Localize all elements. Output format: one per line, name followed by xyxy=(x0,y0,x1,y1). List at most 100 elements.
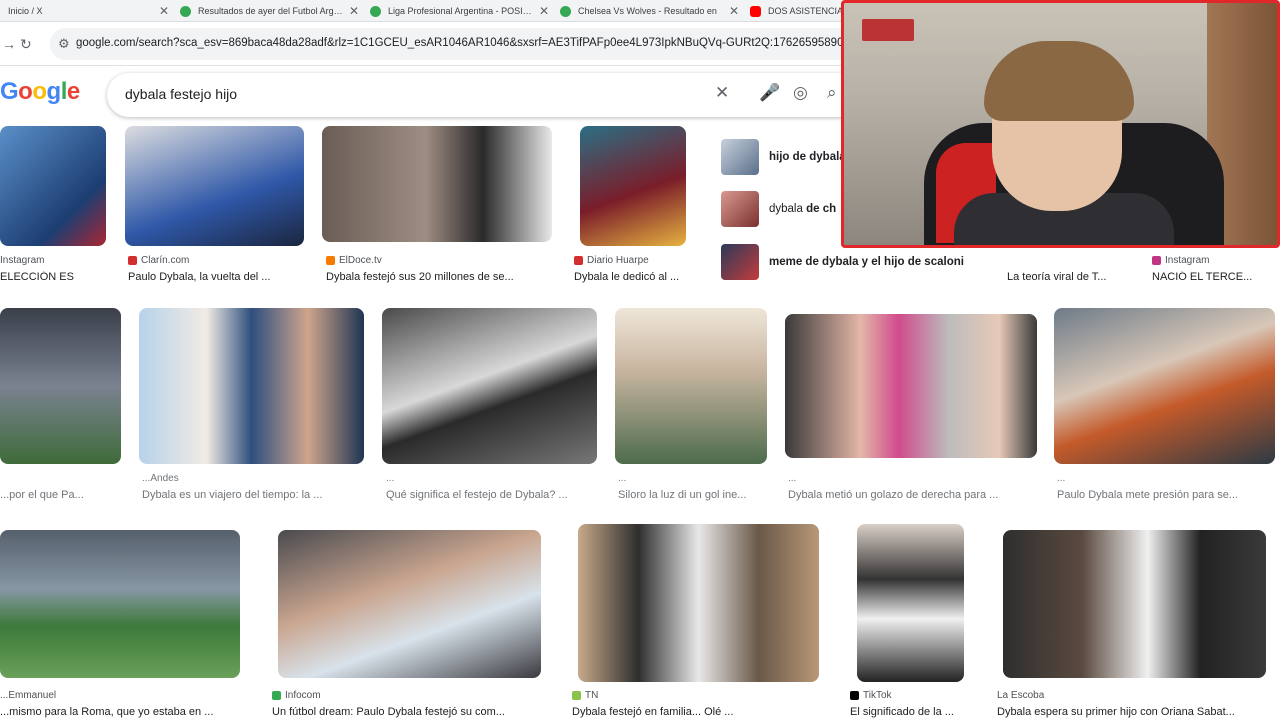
image-result[interactable] xyxy=(615,308,767,464)
soccer-ball-icon xyxy=(560,5,571,17)
result-caption[interactable]: Dybala festejó en familia... Olé ... xyxy=(572,706,822,718)
webcam-overlay xyxy=(841,0,1280,248)
result-source[interactable]: ...Andes xyxy=(142,473,179,484)
result-caption[interactable]: Dybala espera su primer hijo con Oriana … xyxy=(997,706,1272,718)
image-result[interactable] xyxy=(0,530,240,678)
result-caption[interactable]: La teoría viral de T... xyxy=(1007,271,1137,283)
image-result[interactable] xyxy=(0,308,121,464)
logo-letter: G xyxy=(0,78,19,105)
logo-letter: g xyxy=(46,78,62,105)
image-result[interactable] xyxy=(1003,530,1266,678)
google-logo[interactable]: Google xyxy=(0,78,80,106)
source-name: Clarín.com xyxy=(141,255,190,266)
wall-plaque xyxy=(862,19,914,41)
related-search-label: hijo de dybala xyxy=(769,151,846,163)
youtube-icon xyxy=(750,5,761,17)
result-source[interactable]: La Escoba xyxy=(997,690,1044,701)
diario-icon xyxy=(574,256,583,265)
reload-icon[interactable]: ↻ xyxy=(20,36,32,53)
result-source[interactable]: ...Emmanuel xyxy=(0,690,56,701)
image-result[interactable] xyxy=(857,524,964,682)
result-caption[interactable]: Paulo Dybala, la vuelta del ... xyxy=(128,271,308,283)
image-result[interactable] xyxy=(1054,308,1275,464)
result-source[interactable]: TN xyxy=(572,690,598,701)
result-caption[interactable]: Qué significa el festejo de Dybala? ... xyxy=(386,489,598,501)
close-icon[interactable]: ✕ xyxy=(728,4,740,18)
image-result[interactable] xyxy=(125,126,304,246)
result-caption[interactable]: Siloro la luz di un gol ine... xyxy=(618,489,768,501)
image-result[interactable] xyxy=(785,314,1037,458)
result-source[interactable]: ... xyxy=(618,473,626,484)
forward-icon[interactable]: → xyxy=(2,36,16,52)
clarin-icon xyxy=(128,256,137,265)
logo-letter: e xyxy=(66,78,80,105)
image-result[interactable] xyxy=(278,530,541,678)
image-result[interactable] xyxy=(0,126,106,246)
url-text: google.com/search?sca_esv=869baca48da28a… xyxy=(76,37,894,49)
infocom-icon xyxy=(272,691,281,700)
source-name: Instagram xyxy=(1165,255,1210,266)
tab-resultados[interactable]: Resultados de ayer del Futbol Argentino … xyxy=(170,0,360,22)
tn-icon xyxy=(572,691,581,700)
tab-title: Liga Profesional Argentina - POSICIONES xyxy=(388,6,534,16)
result-caption[interactable]: NACIÓ EL TERCE... xyxy=(1152,271,1280,283)
tab-title: DOS ASISTENCIAS xyxy=(768,6,850,16)
image-result[interactable] xyxy=(322,126,552,242)
result-caption[interactable]: ELECCIÓN ES xyxy=(0,271,110,283)
result-caption[interactable]: Dybala es un viajero del tiempo: la ... xyxy=(142,489,364,501)
eldoce-icon xyxy=(326,256,335,265)
result-caption[interactable]: Un fútbol dream: Paulo Dybala festejó su… xyxy=(272,706,542,718)
tab-dos-asistencias[interactable]: DOS ASISTENCIAS xyxy=(740,0,850,22)
related-thumbnail xyxy=(721,139,759,175)
result-source[interactable]: ... xyxy=(788,473,796,484)
related-thumbnail xyxy=(721,191,759,227)
result-caption[interactable]: El significado de la ... xyxy=(850,706,980,718)
instagram-icon xyxy=(1152,256,1161,265)
related-thumbnail xyxy=(721,244,759,280)
result-source[interactable]: Diario Huarpe xyxy=(574,255,649,266)
image-result[interactable] xyxy=(139,308,364,464)
result-source[interactable]: Clarín.com xyxy=(128,255,189,266)
result-caption[interactable]: Paulo Dybala mete presión para se... xyxy=(1057,489,1277,501)
result-caption[interactable]: Dybala le dedicó al ... xyxy=(574,271,704,283)
tiktok-icon xyxy=(850,691,859,700)
lens-camera-icon[interactable]: ◎ xyxy=(793,83,808,103)
image-result[interactable] xyxy=(382,308,597,464)
tab-title: Chelsea Vs Wolves - Resultado en xyxy=(578,6,717,16)
search-box[interactable]: dybala festejo hijo ✕ 🎤 ◎ ⌕ xyxy=(107,73,867,117)
source-name: La Escoba xyxy=(997,690,1045,701)
clear-icon[interactable]: ✕ xyxy=(715,83,729,103)
tab-liga-profesional[interactable]: Liga Profesional Argentina - POSICIONES … xyxy=(360,0,550,22)
source-name: TikTok xyxy=(863,690,892,701)
streamer-hair xyxy=(984,41,1134,121)
result-caption[interactable]: ...por el que Pa... xyxy=(0,489,120,501)
result-caption[interactable]: Dybala festejó sus 20 millones de se... xyxy=(326,271,551,283)
close-icon[interactable]: ✕ xyxy=(158,4,170,18)
result-source[interactable]: Instagram xyxy=(0,255,44,266)
result-source[interactable]: ... xyxy=(1057,473,1065,484)
close-icon[interactable]: ✕ xyxy=(348,4,360,18)
source-name: ElDoce.tv xyxy=(339,255,382,266)
tab-inicio-x[interactable]: Inicio / X ✕ xyxy=(0,0,170,22)
tab-chelsea-wolves[interactable]: Chelsea Vs Wolves - Resultado en ✕ xyxy=(550,0,740,22)
image-result[interactable] xyxy=(580,126,686,246)
logo-letter: o xyxy=(18,78,33,105)
source-name: Infocom xyxy=(285,690,321,701)
tab-title: Resultados de ayer del Futbol Argentino xyxy=(198,6,344,16)
result-source[interactable]: ElDoce.tv xyxy=(326,255,382,266)
search-icon[interactable]: ⌕ xyxy=(827,83,837,103)
related-search-item[interactable]: meme de dybala y el hijo de scaloni xyxy=(721,242,991,282)
image-result[interactable] xyxy=(578,524,819,682)
close-icon[interactable]: ✕ xyxy=(538,4,550,18)
result-caption[interactable]: Dybala metió un golazo de derecha para .… xyxy=(788,489,1038,501)
result-caption[interactable]: ...mismo para la Roma, que yo estaba en … xyxy=(0,706,240,718)
result-source[interactable]: Instagram xyxy=(1152,255,1209,266)
result-source[interactable]: TikTok xyxy=(850,690,892,701)
result-source[interactable]: Infocom xyxy=(272,690,321,701)
related-search-label: meme de dybala y el hijo de scaloni xyxy=(769,256,964,268)
search-input[interactable]: dybala festejo hijo xyxy=(125,86,237,102)
site-info-icon[interactable]: ⚙ xyxy=(58,36,70,52)
tab-title: Inicio / X xyxy=(8,6,43,16)
microphone-icon[interactable]: 🎤 xyxy=(759,83,780,103)
result-source[interactable]: ... xyxy=(386,473,394,484)
